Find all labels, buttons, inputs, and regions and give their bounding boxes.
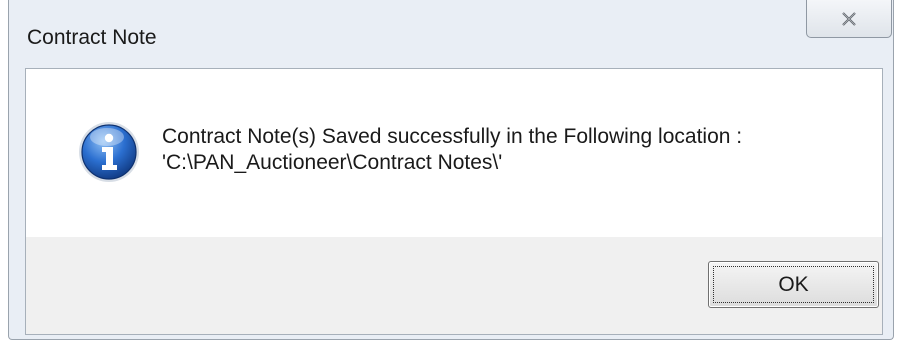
message-line-1: Contract Note(s) Saved successfully in t… bbox=[162, 125, 743, 148]
close-button[interactable] bbox=[806, 0, 892, 38]
dialog-window: Contract Note Contract Note(s) Saved suc… bbox=[8, 0, 894, 340]
message-text: Contract Note(s) Saved successfully in t… bbox=[162, 124, 742, 176]
message-line-2: 'C:\PAN_Auctioneer\Contract Notes\' bbox=[162, 151, 503, 174]
ok-button[interactable]: OK bbox=[708, 261, 879, 308]
dialog-client-area: Contract Note(s) Saved successfully in t… bbox=[25, 68, 883, 335]
information-icon bbox=[77, 120, 141, 184]
ok-button-label: OK bbox=[713, 266, 874, 303]
title-bar[interactable]: Contract Note bbox=[9, 0, 893, 66]
message-area: Contract Note(s) Saved successfully in t… bbox=[26, 69, 882, 237]
close-icon bbox=[838, 11, 860, 27]
window-title: Contract Note bbox=[27, 26, 157, 49]
